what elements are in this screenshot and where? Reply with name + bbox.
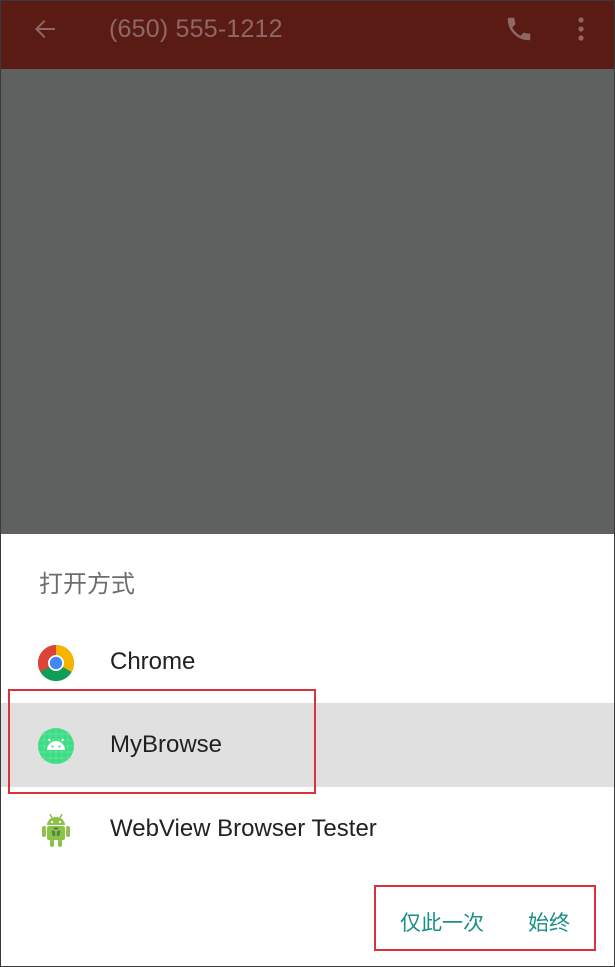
app-chooser-sheet: 打开方式 Chrome MyBrowse WebView Browser Tes… bbox=[1, 534, 614, 966]
chooser-title: 打开方式 bbox=[39, 570, 135, 598]
app-label-mybrowse: MyBrowse bbox=[110, 731, 223, 758]
always-button[interactable]: 始终 bbox=[528, 907, 570, 937]
arrow-back-icon[interactable] bbox=[31, 15, 59, 43]
app-label-webview-browser-tester: WebView Browser Tester bbox=[110, 815, 377, 842]
app-option-mybrowse[interactable]: MyBrowse bbox=[1, 703, 614, 787]
app-option-webview-browser-tester[interactable]: WebView Browser Tester bbox=[1, 787, 614, 871]
just-once-button[interactable]: 仅此一次 bbox=[400, 907, 484, 937]
phone-icon[interactable] bbox=[504, 14, 534, 44]
phone-number-title: (650) 555-1212 bbox=[109, 15, 283, 43]
dimmed-content[interactable] bbox=[1, 69, 614, 534]
app-label-chrome: Chrome bbox=[110, 648, 196, 675]
chrome-icon bbox=[37, 644, 75, 682]
android-app-icon bbox=[37, 727, 75, 765]
app-bar: (650) 555-1212 bbox=[1, 1, 614, 69]
more-vert-icon[interactable] bbox=[571, 15, 591, 43]
screen: (650) 555-1212 打开方式 Chrome MyBrowse WebV… bbox=[0, 0, 615, 967]
android-robot-icon bbox=[37, 811, 75, 849]
app-option-chrome[interactable]: Chrome bbox=[1, 620, 614, 704]
